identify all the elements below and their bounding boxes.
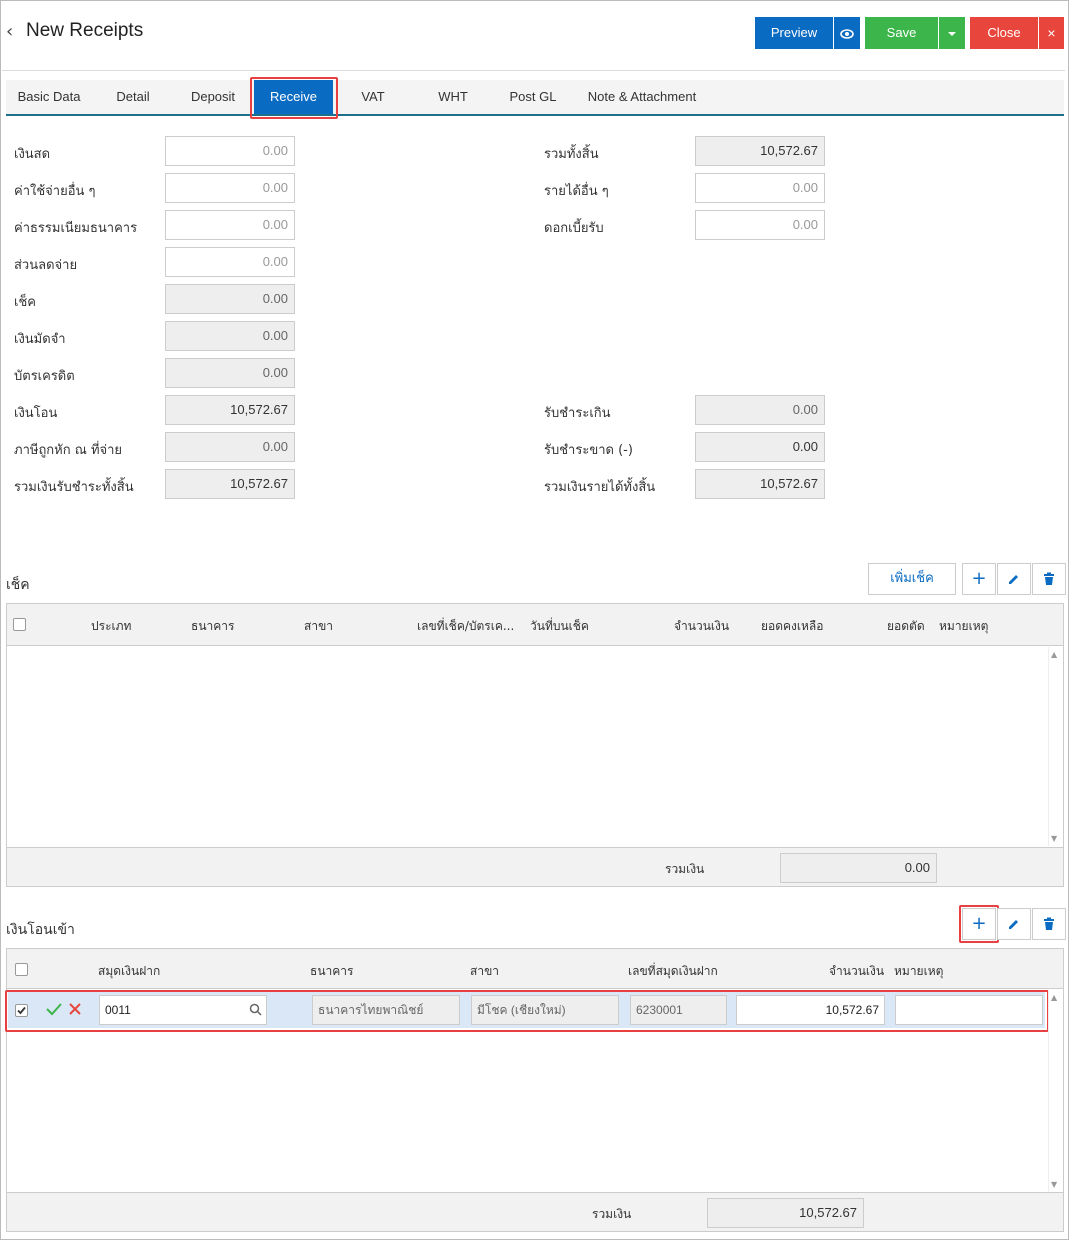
- cheque-total-label: รวมเงิน: [665, 862, 705, 876]
- add-cheque-button[interactable]: เพิ่มเช็ค: [868, 563, 956, 595]
- cheque-select-all-checkbox[interactable]: [13, 618, 26, 631]
- label-discount: ส่วนลดจ่าย: [14, 258, 78, 273]
- underpaid-field: 0.00: [695, 432, 825, 462]
- cheque-col-balance[interactable]: ยอดคงเหลือ: [761, 617, 824, 636]
- transfer-total-label: รวมเงิน: [592, 1207, 632, 1221]
- scroll-down-icon[interactable]: ▼: [1051, 1180, 1057, 1189]
- cheque-col-cut[interactable]: ยอดตัด: [887, 617, 925, 636]
- highlight-receive-tab: [250, 77, 338, 119]
- grand-total-field: 10,572.67: [695, 136, 825, 166]
- save-button[interactable]: Save: [865, 17, 938, 49]
- cheque-col-amount[interactable]: จำนวนเงิน: [674, 617, 729, 636]
- tab-wht[interactable]: WHT: [425, 80, 481, 114]
- transfer-edit-button[interactable]: [997, 908, 1031, 940]
- close-button[interactable]: Close: [970, 17, 1038, 49]
- label-interest-income: ดอกเบี้ยรับ: [544, 221, 604, 236]
- label-underpaid: รับชำระขาด (-): [544, 443, 633, 458]
- discount-field[interactable]: 0.00: [165, 247, 295, 277]
- save-dropdown-button[interactable]: [939, 17, 965, 49]
- tab-deposit[interactable]: Deposit: [180, 80, 246, 114]
- transfer-grid-scrollbar[interactable]: ▲ ▼: [1048, 990, 1062, 1192]
- transfer-delete-button[interactable]: [1032, 908, 1066, 940]
- page-title: New Receipts: [26, 20, 144, 41]
- close-x-button[interactable]: ×: [1039, 17, 1064, 49]
- highlight-add-row-button: [959, 905, 999, 943]
- deposit-field: 0.00: [165, 321, 295, 351]
- transfer-section-title: เงินโอนเข้า: [6, 922, 75, 938]
- cheque-col-date[interactable]: วันที่บนเช็ค: [530, 617, 589, 636]
- label-grand-total: รวมทั้งสิ้น: [544, 147, 599, 162]
- label-other-expenses: ค่าใช้จ่ายอื่น ๆ: [14, 184, 96, 199]
- label-transfer: เงินโอน: [14, 406, 58, 421]
- scroll-up-icon[interactable]: ▲: [1051, 650, 1057, 659]
- cheque-delete-button[interactable]: [1032, 563, 1066, 595]
- preview-button[interactable]: Preview: [755, 17, 833, 49]
- label-bank-fee: ค่าธรรมเนียมธนาคาร: [14, 221, 138, 236]
- scroll-down-icon[interactable]: ▼: [1051, 834, 1057, 843]
- cheque-section-title: เช็ค: [6, 577, 30, 593]
- cheque-col-branch[interactable]: สาขา: [304, 617, 333, 636]
- label-cash: เงินสด: [14, 147, 51, 162]
- cheque-total-field: 0.00: [780, 853, 937, 883]
- header-divider: [2, 70, 1065, 71]
- label-deposit: เงินมัดจำ: [14, 332, 66, 347]
- highlight-transfer-row: [5, 990, 1049, 1032]
- eye-icon: [840, 25, 854, 40]
- wht-deducted-field: 0.00: [165, 432, 295, 462]
- transfer-select-all-checkbox[interactable]: [15, 963, 28, 976]
- cheque-grid-scrollbar[interactable]: ▲ ▼: [1048, 647, 1062, 846]
- label-cheque: เช็ค: [14, 295, 36, 310]
- cheque-col-type[interactable]: ประเภท: [91, 617, 131, 636]
- other-expenses-field[interactable]: 0.00: [165, 173, 295, 203]
- label-wht-deducted: ภาษีถูกหัก ณ ที่จ่าย: [14, 443, 123, 458]
- label-total-income: รวมเงินรายได้ทั้งสิ้น: [544, 480, 656, 495]
- total-received-field: 10,572.67: [165, 469, 295, 499]
- pencil-icon: [1007, 913, 1021, 934]
- cheque-col-number[interactable]: เลขที่เช็ค/บัตรเค...: [417, 617, 525, 636]
- cheque-edit-button[interactable]: [997, 563, 1031, 595]
- credit-card-field: 0.00: [165, 358, 295, 388]
- total-income-field: 10,572.67: [695, 469, 825, 499]
- transfer-col-branch[interactable]: สาขา: [470, 962, 499, 981]
- transfer-grid-footer: [6, 1192, 1064, 1232]
- cheque-field: 0.00: [165, 284, 295, 314]
- trash-icon: [1043, 568, 1055, 589]
- transfer-field: 10,572.67: [165, 395, 295, 425]
- label-overpaid: รับชำระเกิน: [544, 406, 611, 421]
- label-credit-card: บัตรเครดิต: [14, 369, 75, 384]
- tab-vat[interactable]: VAT: [345, 80, 401, 114]
- tab-detail[interactable]: Detail: [104, 80, 162, 114]
- pencil-icon: [1007, 568, 1021, 589]
- bank-fee-field[interactable]: 0.00: [165, 210, 295, 240]
- label-other-income: รายได้อื่น ๆ: [544, 184, 609, 199]
- close-icon: ×: [1047, 25, 1056, 41]
- tab-basic-data[interactable]: Basic Data: [10, 80, 88, 114]
- overpaid-field: 0.00: [695, 395, 825, 425]
- trash-icon: [1043, 913, 1055, 934]
- cheque-col-note[interactable]: หมายเหตุ: [939, 617, 988, 636]
- tab-note-attachment[interactable]: Note & Attachment: [580, 80, 704, 114]
- cash-field[interactable]: 0.00: [165, 136, 295, 166]
- transfer-col-note[interactable]: หมายเหตุ: [894, 962, 943, 981]
- interest-income-field[interactable]: 0.00: [695, 210, 825, 240]
- transfer-col-bank[interactable]: ธนาคาร: [310, 962, 353, 981]
- other-income-field[interactable]: 0.00: [695, 173, 825, 203]
- back-chevron-icon[interactable]: ‹: [6, 22, 22, 42]
- plus-icon: +: [971, 568, 987, 589]
- preview-eye-button[interactable]: [834, 17, 860, 49]
- cheque-col-bank[interactable]: ธนาคาร: [191, 617, 234, 636]
- tab-post-gl[interactable]: Post GL: [500, 80, 566, 114]
- label-total-received: รวมเงินรับชำระทั้งสิ้น: [14, 480, 134, 495]
- transfer-col-account-no[interactable]: เลขที่สมุดเงินฝาก: [628, 962, 718, 981]
- transfer-col-account[interactable]: สมุดเงินฝาก: [98, 962, 160, 981]
- transfer-total-field: 10,572.67: [707, 1198, 864, 1228]
- cheque-add-row-button[interactable]: +: [962, 563, 996, 595]
- scroll-up-icon[interactable]: ▲: [1051, 993, 1057, 1002]
- transfer-col-amount[interactable]: จำนวนเงิน: [829, 962, 884, 981]
- caret-down-icon: [947, 25, 957, 40]
